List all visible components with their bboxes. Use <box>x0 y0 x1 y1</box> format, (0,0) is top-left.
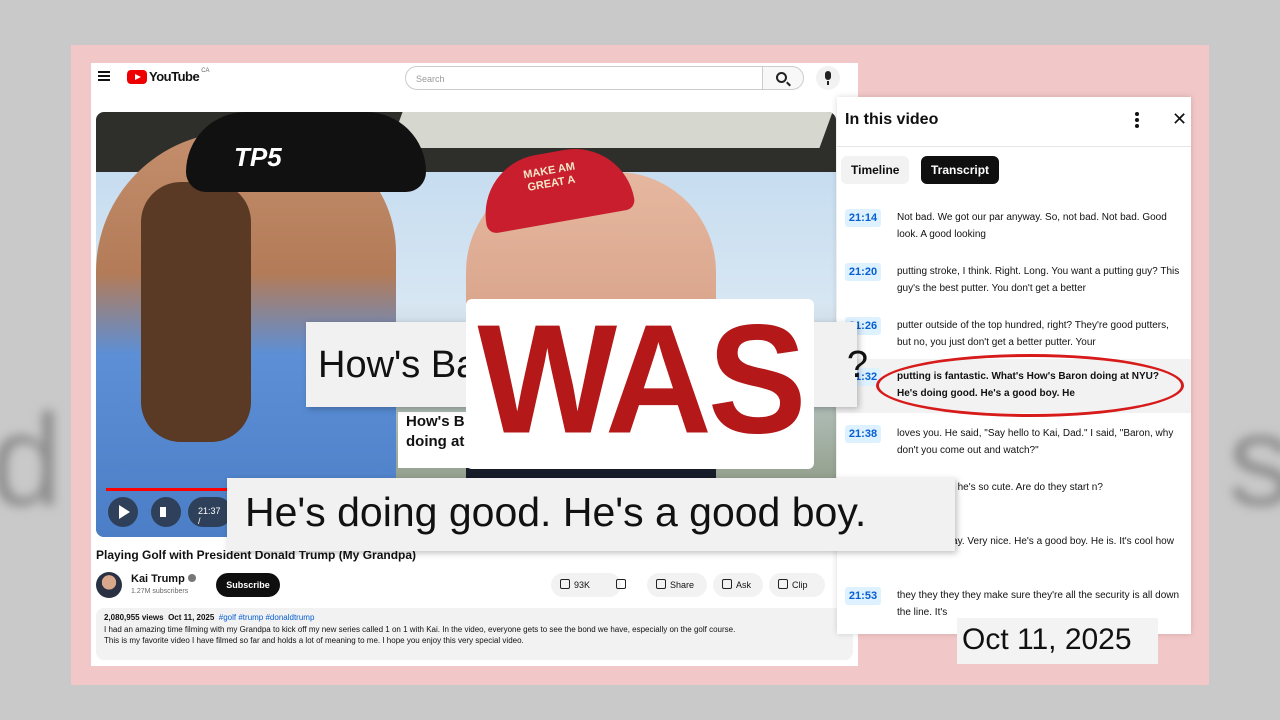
thumbs-up-icon <box>560 579 570 589</box>
description-line: This is my favorite video I have filmed … <box>104 636 524 645</box>
search-button[interactable] <box>763 66 804 90</box>
youtube-play-icon <box>127 69 147 84</box>
share-icon <box>656 579 666 589</box>
volume-button[interactable] <box>151 497 181 527</box>
divider <box>837 146 1191 147</box>
youtube-logo[interactable]: YouTube CA <box>127 67 210 84</box>
ask-button[interactable]: Ask <box>713 573 763 597</box>
country-code: CA <box>201 67 210 74</box>
clip-button[interactable]: Clip <box>769 573 825 597</box>
sparkle-icon <box>722 579 732 589</box>
blurred-letter-right: s <box>1228 387 1280 533</box>
description-line: I had an amazing time filming with my Gr… <box>104 625 736 634</box>
channel-row: Kai Trump 1.27M subscribers Subscribe 93… <box>96 570 856 600</box>
more-options-icon[interactable] <box>1135 112 1139 128</box>
overlay-caption-lower: He's doing good. He's a good boy. <box>227 478 955 551</box>
verified-icon <box>187 574 196 582</box>
search-icon <box>776 72 787 83</box>
close-icon[interactable]: ✕ <box>1172 109 1187 130</box>
channel-name[interactable]: Kai Trump <box>131 573 196 585</box>
hashtags[interactable]: #golf #trump #donaldtrump <box>219 613 315 622</box>
blurred-background-text <box>30 0 69 60</box>
date-label: Oct 11, 2025 <box>957 618 1158 664</box>
tab-timeline[interactable]: Timeline <box>841 156 910 184</box>
description-meta: 2,080,955 views Oct 11, 2025 #golf #trum… <box>104 613 315 622</box>
description-box[interactable]: 2,080,955 views Oct 11, 2025 #golf #trum… <box>96 608 853 660</box>
transcript-segment[interactable]: 21:20 putting stroke, I think. Right. Lon… <box>837 259 1191 309</box>
transcript-segment[interactable]: 21:38 loves you. He said, "Say hello to K… <box>837 421 1191 471</box>
video-person-hair <box>141 182 251 442</box>
channel-avatar[interactable] <box>96 572 122 598</box>
play-button[interactable] <box>108 497 138 527</box>
video-scene-roof-panel <box>389 112 833 148</box>
logo-text: YouTube <box>149 69 200 84</box>
transcript-segment[interactable]: 21:14 Not bad. We got our par anyway. So,… <box>837 205 1191 255</box>
was-stamp: WAS <box>466 293 814 469</box>
highlight-circle <box>876 354 1184 417</box>
subscribe-button[interactable]: Subscribe <box>216 573 280 597</box>
video-cap-left: TP5 <box>186 112 426 192</box>
dislike-button[interactable] <box>607 573 639 597</box>
thumbs-down-icon <box>616 579 626 589</box>
subscriber-count: 1.27M subscribers <box>131 588 189 595</box>
time-display: 21:37 / <box>188 497 232 527</box>
blurred-letter-left: d <box>0 387 63 533</box>
share-button[interactable]: Share <box>647 573 707 597</box>
menu-icon[interactable] <box>98 71 110 81</box>
youtube-header: YouTube CA Search <box>91 63 858 93</box>
tab-transcript[interactable]: Transcript <box>921 156 1000 184</box>
voice-search-icon[interactable] <box>816 66 840 90</box>
search-input[interactable]: Search <box>405 66 763 90</box>
panel-title: In this video <box>845 111 939 128</box>
scissors-icon <box>778 579 788 589</box>
